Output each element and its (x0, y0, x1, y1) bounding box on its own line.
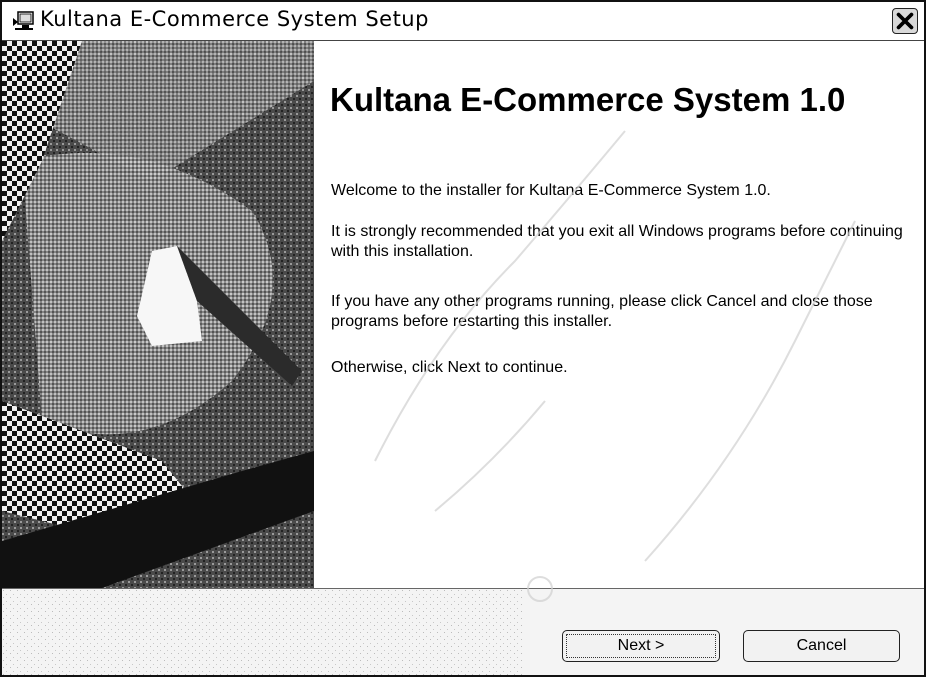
installer-icon (13, 11, 34, 30)
cancel-instruction-text: If you have any other programs running, … (331, 293, 873, 330)
welcome-panel: Kultana E-Commerce System 1.0 Welcome to… (315, 41, 924, 588)
next-instruction-text: Otherwise, click Next to continue. (331, 359, 568, 376)
page-title: Kultana E-Commerce System 1.0 (330, 81, 846, 118)
installer-window: Kultana E-Commerce System Setup Kultana … (0, 0, 926, 677)
window-title: Kultana E-Commerce System Setup (40, 7, 429, 31)
footer-texture (2, 589, 522, 675)
recommendation-text: It is strongly recommended that you exit… (331, 223, 903, 260)
title-bar[interactable]: Kultana E-Commerce System Setup (2, 2, 924, 41)
installer-wizard-graphic (2, 41, 314, 588)
cancel-button[interactable]: Cancel (743, 630, 900, 662)
button-bar: Next > Cancel (2, 589, 924, 675)
next-button[interactable]: Next > (562, 630, 720, 662)
welcome-text: Welcome to the installer for Kultana E-C… (331, 182, 771, 199)
close-icon[interactable] (892, 8, 918, 34)
